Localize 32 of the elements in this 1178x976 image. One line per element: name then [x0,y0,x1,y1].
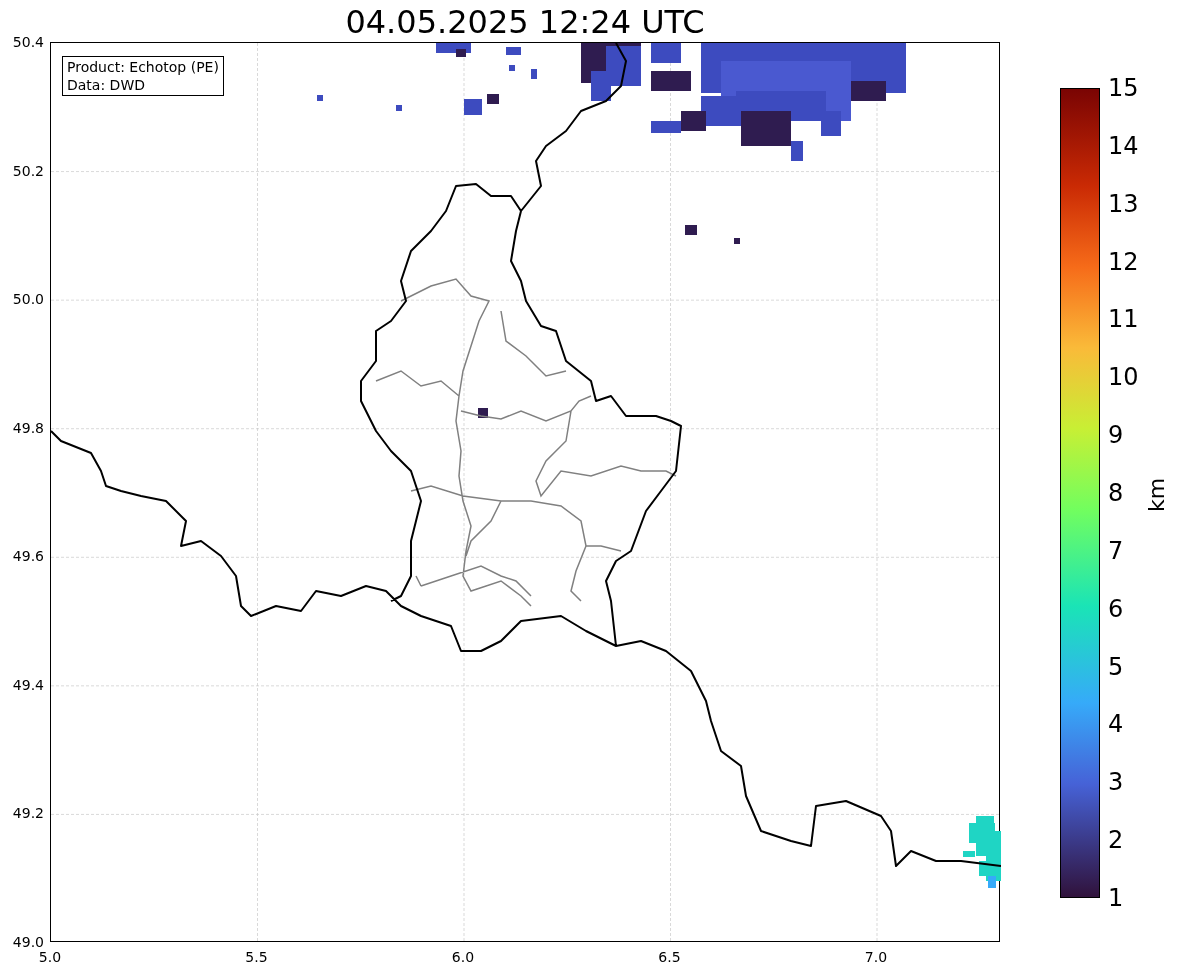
x-axis-tick-label: 6.0 [450,948,476,966]
y-axis-tick-label: 49.4 [11,675,44,694]
x-axis-tick-label: 6.5 [657,948,682,966]
colorbar-tick-label: 14 [1108,131,1139,160]
x-axis-tick-label: 5.5 [244,948,269,966]
y-axis-tick-label: 49.8 [11,418,44,437]
colorbar-tick-label: 10 [1108,363,1139,392]
colorbar-tick-label: 4 [1108,710,1124,739]
y-axis-tick-label: 50.2 [11,161,44,180]
y-axis-tick-label: 49.2 [11,804,44,823]
colorbar-tick-label: 8 [1108,479,1124,507]
colorbar-tick-label: 9 [1108,421,1124,450]
colorbar-tick-label: 6 [1108,594,1124,623]
legend-text: Product: Echotop (PE) [67,58,219,76]
y-axis-tick-label: 50.4 [11,33,44,51]
chart-title: 04.05.2025 12:24 UTC [344,2,706,42]
colorbar-tick-label: 3 [1108,768,1124,797]
colorbar-tick-label: 7 [1108,536,1124,565]
colorbar-tick-label: 13 [1108,189,1139,218]
colorbar-tick-label: 1 [1108,884,1124,912]
colorbar-tick-label: 11 [1108,305,1139,334]
colorbar-label: km [1144,477,1171,513]
colorbar-tick-label: 12 [1108,247,1139,276]
y-axis-tick-label: 49.6 [11,547,44,566]
y-axis-tick-label: 50.0 [11,290,44,309]
colorbar-tick-label: 2 [1108,826,1124,855]
x-axis-tick-label: 7.0 [863,948,889,966]
legend-text: Data: DWD [67,76,146,94]
x-axis-tick-label: 5.0 [37,948,63,966]
colorbar-tick-label: 5 [1108,652,1124,681]
colorbar-tick-label: 15 [1108,74,1139,102]
y-axis-tick-label: 49.0 [11,933,44,951]
